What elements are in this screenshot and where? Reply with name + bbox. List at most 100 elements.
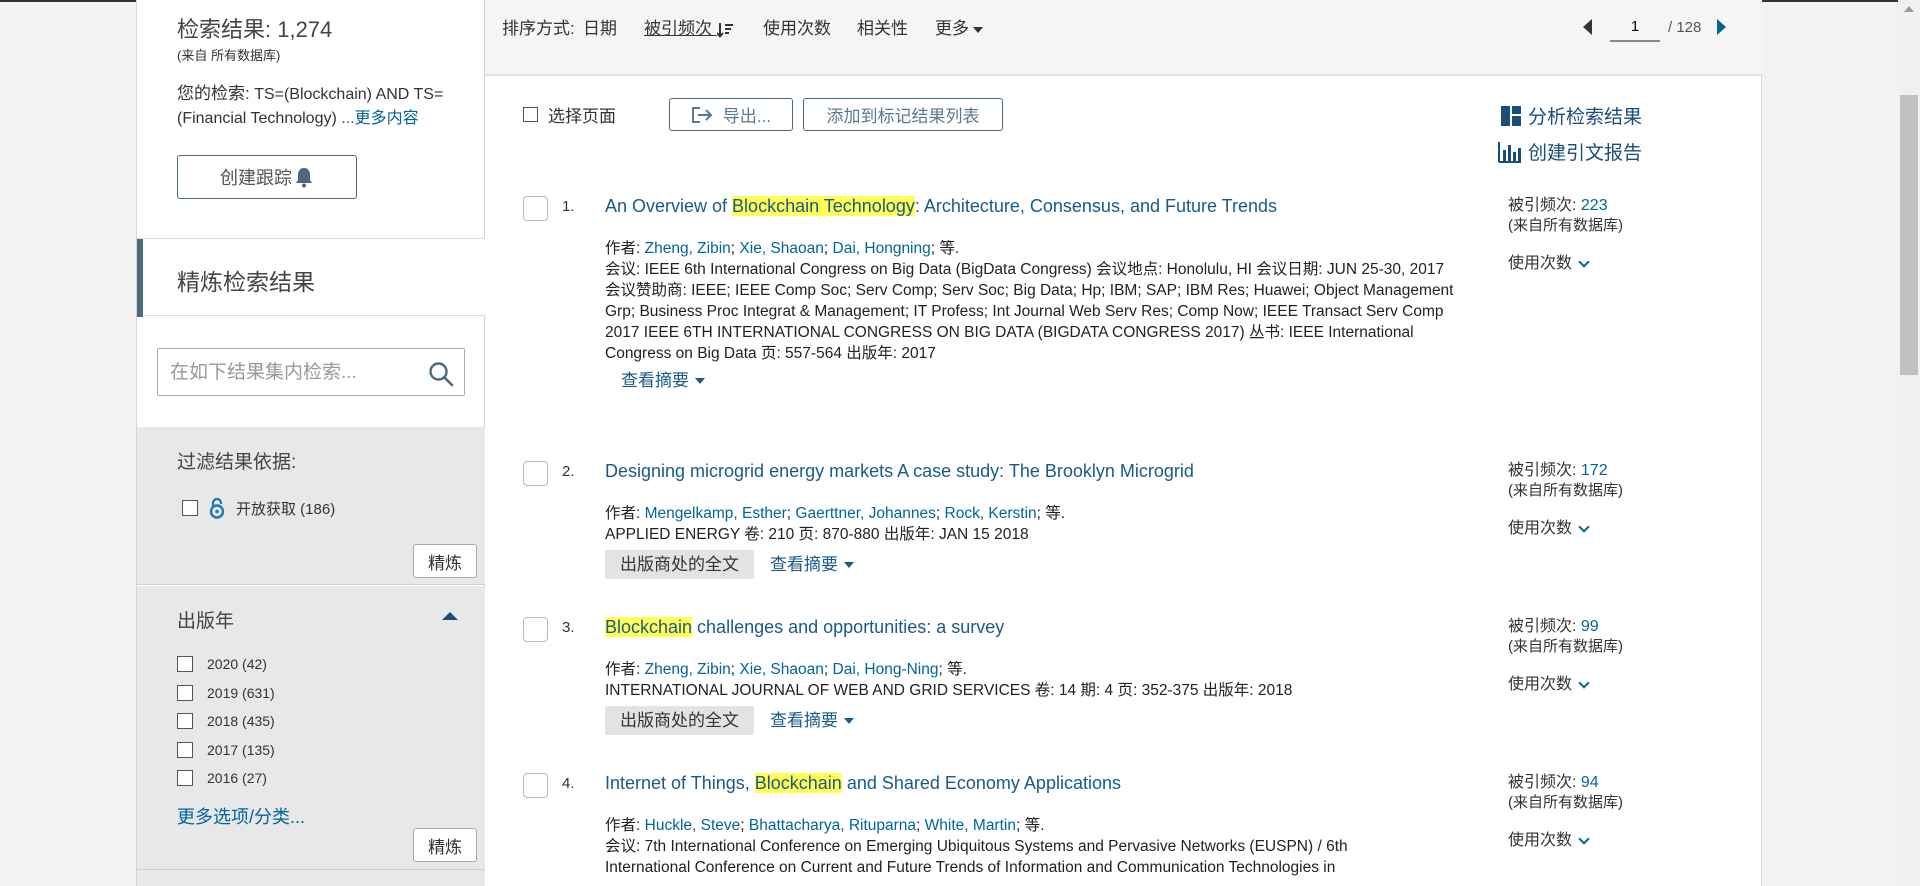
search-icon[interactable] — [428, 361, 454, 387]
etal: ; 等. — [938, 661, 967, 678]
record-title[interactable]: Blockchain challenges and opportunities:… — [605, 617, 1004, 638]
sort-usage[interactable]: 使用次数 — [763, 14, 831, 39]
usage-count-toggle[interactable]: 使用次数 — [1508, 675, 1623, 695]
year-option[interactable]: 2019 (631) — [177, 679, 275, 708]
author-link[interactable]: Dai, Hongning — [833, 240, 931, 257]
title-part: challenges and opportunities: a survey — [692, 617, 1005, 637]
sort-more-label: 更多 — [935, 19, 969, 38]
conference-info: 会议: IEEE 6th International Congress on B… — [605, 261, 1445, 278]
record-title[interactable]: Internet of Things, Blockchain and Share… — [605, 773, 1121, 794]
times-cited: 被引频次: 99 — [1508, 617, 1623, 637]
year-checkbox[interactable] — [177, 684, 193, 701]
title-part: : Architecture, Consensus, and Future Tr… — [914, 196, 1278, 216]
record-title[interactable]: An Overview of Blockchain Technology: Ar… — [605, 196, 1277, 217]
record-title[interactable]: Designing microgrid energy markets A cas… — [605, 461, 1194, 482]
year-option[interactable]: 2016 (27) — [177, 764, 275, 793]
author-link[interactable]: Rock, Kerstin — [945, 505, 1037, 522]
record-number: 1. — [562, 198, 575, 215]
year-checkbox[interactable] — [177, 741, 193, 758]
sort-more[interactable]: 更多 — [935, 14, 983, 39]
times-cited-count[interactable]: 172 — [1581, 462, 1608, 479]
view-abstract-toggle[interactable]: 查看摘要 — [770, 554, 854, 575]
create-alert-button[interactable]: 创建跟踪 — [177, 155, 357, 199]
page-number-input[interactable] — [1610, 12, 1660, 42]
analyze-results-link[interactable]: 分析检索结果 — [1500, 102, 1642, 129]
record-authors: 作者: Zheng, Zibin; Xie, Shaoan; Dai, Hong… — [605, 661, 967, 678]
author-link[interactable]: White, Martin — [925, 817, 1016, 834]
refine-button[interactable]: 精炼 — [413, 544, 477, 578]
author-link[interactable]: Huckle, Steve — [645, 817, 741, 834]
author-link[interactable]: Xie, Shaoan — [739, 661, 823, 678]
select-page[interactable]: 选择页面 — [523, 102, 616, 127]
open-access-checkbox[interactable] — [182, 500, 198, 516]
chevron-down-icon — [1578, 256, 1590, 268]
conference-info-cont: International Conference on Current and … — [605, 859, 1336, 876]
filter-panel: 过滤结果依据: 开放获取 (186) 精炼 — [137, 427, 486, 585]
times-cited-label: 被引频次: — [1508, 462, 1577, 479]
record-checkbox[interactable] — [523, 617, 548, 642]
record-checkbox[interactable] — [523, 461, 548, 486]
year-checkbox[interactable] — [177, 770, 193, 787]
sort-times-cited[interactable]: 被引频次 — [644, 14, 733, 39]
usage-label: 使用次数 — [1508, 255, 1573, 272]
usage-count-toggle[interactable]: 使用次数 — [1508, 254, 1623, 274]
select-page-checkbox[interactable] — [523, 107, 538, 122]
sort-date[interactable]: 日期 — [583, 14, 617, 39]
refine-search-input[interactable] — [170, 359, 410, 387]
times-cited-count[interactable]: 99 — [1581, 618, 1599, 635]
prev-page-icon[interactable] — [1583, 19, 1592, 35]
year-option[interactable]: 2017 (135) — [177, 736, 275, 765]
bell-icon — [296, 168, 312, 188]
author-link[interactable]: Zheng, Zibin — [645, 240, 731, 257]
author-link[interactable]: Dai, Hong-Ning — [833, 661, 939, 678]
times-cited-label: 被引频次: — [1508, 774, 1577, 791]
open-access-label: 开放获取 (186) — [236, 500, 336, 518]
author-link[interactable]: Zheng, Zibin — [645, 661, 731, 678]
usage-count-toggle[interactable]: 使用次数 — [1508, 831, 1623, 851]
author-link[interactable]: Mengelkamp, Esther — [645, 505, 787, 522]
record-checkbox[interactable] — [523, 773, 548, 798]
etal: ; 等. — [930, 240, 960, 257]
query-label: 您的检索: — [177, 84, 250, 103]
add-to-marked-list-button[interactable]: 添加到标记结果列表 — [803, 98, 1003, 131]
citation-report-link[interactable]: 创建引文报告 — [1498, 138, 1642, 165]
refine-year-button[interactable]: 精炼 — [413, 828, 477, 862]
times-cited-count[interactable]: 223 — [1581, 197, 1608, 214]
year-option[interactable]: 2020 (42) — [177, 650, 275, 679]
year-option[interactable]: 2018 (435) — [177, 707, 275, 736]
view-abstract-toggle[interactable]: 查看摘要 — [770, 710, 854, 731]
title-highlight: Blockchain Technology — [732, 196, 915, 216]
author-link[interactable]: Bhattacharya, Rituparna — [749, 817, 916, 834]
record-authors: 作者: Zheng, Zibin; Xie, Shaoan; Dai, Hong… — [605, 240, 960, 257]
times-cited-source: (来自所有数据库) — [1508, 794, 1623, 811]
open-access-filter[interactable]: 开放获取 (186) — [182, 497, 335, 519]
view-abstract-toggle[interactable]: 查看摘要 — [621, 370, 705, 391]
record-checkbox[interactable] — [523, 196, 548, 221]
next-page-icon[interactable] — [1717, 19, 1727, 35]
export-button[interactable]: 导出... — [669, 98, 793, 131]
year-label: 2016 (27) — [207, 770, 267, 787]
view-abstract-label: 查看摘要 — [770, 711, 838, 730]
sort-relevance[interactable]: 相关性 — [857, 14, 908, 39]
full-text-button[interactable]: 出版商处的全文 — [605, 550, 754, 579]
scrollbar-thumb[interactable] — [1900, 95, 1918, 375]
sort-label: 排序方式: — [502, 19, 575, 38]
result-count-title: 检索结果: 1,274 — [177, 17, 333, 42]
record-number: 4. — [562, 775, 575, 792]
bar-chart-icon — [1498, 141, 1521, 163]
year-checkbox[interactable] — [177, 656, 193, 673]
author-link[interactable]: Gaerttner, Johannes — [795, 505, 935, 522]
source-info: APPLIED ENERGY 卷: 210 页: 870-880 出版年: JA… — [605, 526, 1029, 543]
year-checkbox[interactable] — [177, 713, 193, 730]
scroll-up-icon[interactable] — [1904, 6, 1914, 12]
author-link[interactable]: Xie, Shaoan — [739, 240, 823, 257]
collapse-caret-icon[interactable] — [442, 612, 458, 620]
times-cited-source: (来自所有数据库) — [1508, 217, 1623, 234]
times-cited-count[interactable]: 94 — [1581, 774, 1599, 791]
full-text-button[interactable]: 出版商处的全文 — [605, 706, 754, 735]
usage-count-toggle[interactable]: 使用次数 — [1508, 519, 1623, 539]
query-more-link[interactable]: ...更多内容 — [341, 110, 418, 127]
page-scrollbar[interactable] — [1898, 0, 1920, 886]
more-options-link[interactable]: 更多选项/分类... — [177, 803, 305, 829]
chevron-down-icon — [1578, 677, 1590, 689]
